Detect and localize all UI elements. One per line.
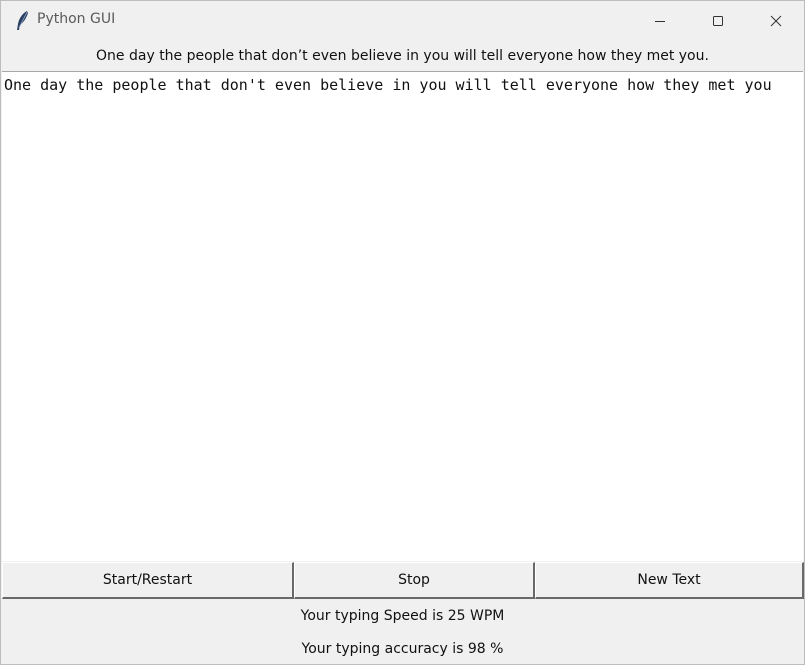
- feather-icon: [14, 10, 30, 32]
- maximize-icon: [712, 15, 724, 27]
- minimize-icon: [654, 15, 666, 27]
- start-restart-button[interactable]: Start/Restart: [2, 562, 294, 599]
- maximize-button[interactable]: [689, 1, 747, 41]
- close-icon: [770, 15, 782, 27]
- typing-input[interactable]: One day the people that don't even belie…: [2, 71, 803, 561]
- close-button[interactable]: [747, 1, 804, 41]
- button-row: Start/Restart Stop New Text: [1, 562, 804, 599]
- minimize-button[interactable]: [631, 1, 689, 41]
- stop-button[interactable]: Stop: [294, 562, 535, 599]
- typing-speed-label: Your typing Speed is 25 WPM: [300, 608, 505, 624]
- prompt-text: One day the people that don’t even belie…: [96, 48, 709, 64]
- title-bar[interactable]: Python GUI: [1, 1, 804, 41]
- typing-accuracy-label: Your typing accuracy is 98 %: [301, 641, 504, 657]
- new-text-button[interactable]: New Text: [535, 562, 804, 599]
- app-window: Python GUI One day the people that don’t…: [0, 0, 805, 665]
- window-title: Python GUI: [37, 11, 116, 27]
